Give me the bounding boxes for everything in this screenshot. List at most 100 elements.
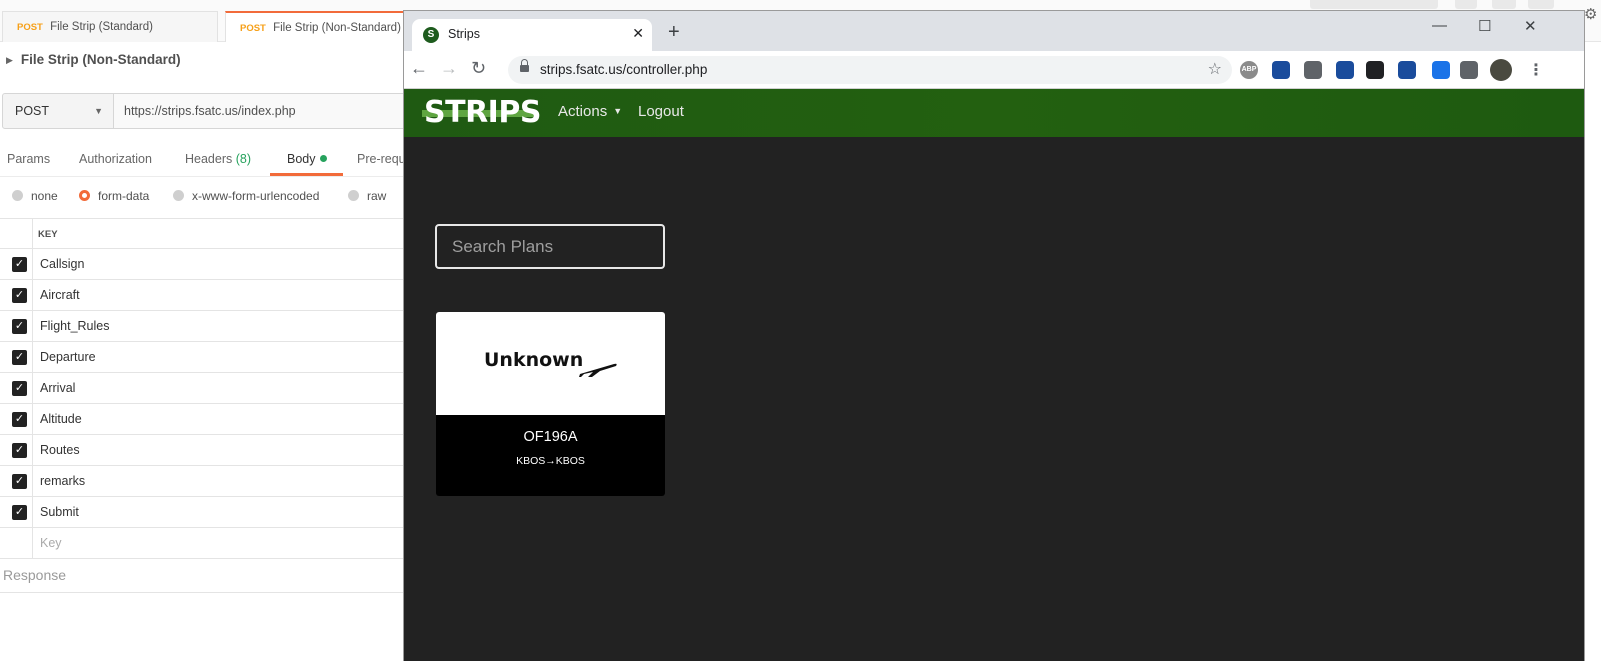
browser-tab-strips[interactable]: S Strips ✕: [412, 19, 652, 51]
url-input[interactable]: https://strips.fsatc.us/index.php: [114, 93, 414, 129]
postman-toolbar-fragment: [1310, 0, 1438, 9]
table-row: ✓ Routes: [0, 435, 410, 466]
browser-window: S Strips ✕ + — ☐ ✕ ← → ↻ strips.fsatc.us…: [403, 10, 1585, 661]
request-title-label: File Strip (Non-Standard): [20, 52, 181, 67]
minimize-icon[interactable]: —: [1432, 17, 1447, 34]
radio-none[interactable]: none: [12, 189, 58, 203]
row-key[interactable]: Aircraft: [40, 288, 80, 302]
checkbox-checked-icon[interactable]: ✓: [12, 443, 27, 458]
kebab-menu-icon[interactable]: ⋮: [1528, 60, 1544, 80]
radio-urlencoded[interactable]: x-www-form-urlencoded: [173, 189, 319, 203]
radio-form-data[interactable]: form-data: [79, 189, 149, 203]
postman-toolbar-fragment: [1528, 0, 1554, 9]
column-divider: [32, 466, 33, 496]
body-type-radios: none form-data x-www-form-urlencoded raw: [0, 186, 410, 210]
checkbox-checked-icon[interactable]: ✓: [12, 288, 27, 303]
address-url: strips.fsatc.us/controller.php: [540, 62, 708, 77]
tab-headers-label: Headers: [185, 152, 233, 166]
tab-prerequest[interactable]: Pre-requ: [357, 152, 406, 166]
checkbox-checked-icon[interactable]: ✓: [12, 257, 27, 272]
new-tab-plus-icon[interactable]: +: [668, 21, 680, 44]
extension-image-icon[interactable]: [1398, 61, 1416, 79]
tab-authorization[interactable]: Authorization: [79, 152, 152, 166]
postman-toolbar-fragment: [1455, 0, 1477, 9]
radio-selected-icon: [79, 190, 90, 201]
profile-avatar-icon[interactable]: [1490, 59, 1512, 81]
adblock-icon[interactable]: ABP: [1240, 61, 1258, 79]
tab-headers[interactable]: Headers (8): [185, 152, 251, 166]
postman-tab-file-strip-standard[interactable]: POST File Strip (Standard): [2, 11, 218, 42]
tab-params[interactable]: Params: [7, 152, 50, 166]
row-key[interactable]: Routes: [40, 443, 80, 457]
extensions-puzzle-icon[interactable]: [1460, 61, 1478, 79]
column-divider: [32, 219, 33, 248]
row-key[interactable]: Arrival: [40, 381, 75, 395]
column-divider: [32, 311, 33, 341]
row-key[interactable]: Departure: [40, 350, 96, 364]
forward-arrow-icon[interactable]: →: [440, 58, 458, 79]
row-key[interactable]: Submit: [40, 505, 79, 519]
reload-icon[interactable]: ↻: [471, 58, 486, 79]
caret-down-icon: ▼: [613, 106, 623, 116]
table-row: ✓ remarks: [0, 466, 410, 497]
checkbox-checked-icon[interactable]: ✓: [12, 412, 27, 427]
url-value: https://strips.fsatc.us/index.php: [124, 104, 296, 118]
tab-label: File Strip (Standard): [50, 21, 153, 33]
radio-urlencoded-label: x-www-form-urlencoded: [192, 189, 320, 203]
postman-toolbar-fragment: [1492, 0, 1516, 9]
address-bar[interactable]: strips.fsatc.us/controller.php ☆: [508, 56, 1232, 84]
checkbox-checked-icon[interactable]: ✓: [12, 319, 27, 334]
tab-method-badge: POST: [240, 23, 266, 34]
row-key[interactable]: remarks: [40, 474, 85, 488]
search-plans-input[interactable]: Search Plans: [435, 224, 665, 269]
settings-gear-icon[interactable]: ⚙: [1584, 5, 1597, 23]
radio-raw-label: raw: [367, 189, 387, 203]
close-tab-icon[interactable]: ✕: [632, 25, 644, 42]
airplane-icon: [579, 363, 617, 377]
extension-circle-icon[interactable]: [1366, 61, 1384, 79]
logout-link[interactable]: Logout: [638, 103, 684, 120]
extension-speaker-icon[interactable]: [1336, 61, 1354, 79]
active-tab-underline: [270, 173, 343, 176]
checkbox-checked-icon[interactable]: ✓: [12, 505, 27, 520]
tab-method-badge: POST: [17, 22, 43, 33]
row-key[interactable]: Altitude: [40, 412, 82, 426]
radio-circle-icon: [348, 190, 359, 201]
postman-tab-file-strip-non-standard[interactable]: POST File Strip (Non-Standard): [225, 11, 410, 42]
extension-eyedropper-icon[interactable]: [1432, 61, 1450, 79]
tab-body[interactable]: Body: [287, 152, 327, 166]
checkbox-checked-icon[interactable]: ✓: [12, 474, 27, 489]
site-logo[interactable]: STRIPS: [424, 95, 541, 130]
back-arrow-icon[interactable]: ←: [410, 58, 428, 79]
table-row: ✓ Altitude: [0, 404, 410, 435]
column-divider: [32, 497, 33, 527]
actions-dropdown[interactable]: Actions ▼: [558, 103, 622, 120]
lock-icon[interactable]: [520, 59, 529, 72]
column-divider: [32, 435, 33, 465]
airline-logo: Unknown: [436, 312, 665, 415]
row-key[interactable]: Flight_Rules: [40, 319, 109, 333]
table-row: ✓ Flight_Rules: [0, 311, 410, 342]
browser-title-bar: S Strips ✕ + — ☐ ✕: [404, 11, 1584, 51]
column-divider: [32, 280, 33, 310]
checkbox-checked-icon[interactable]: ✓: [12, 350, 27, 365]
extension-blue-bars-icon[interactable]: [1272, 61, 1290, 79]
caret-right-icon: ▶: [6, 55, 13, 65]
checkbox-checked-icon[interactable]: ✓: [12, 381, 27, 396]
request-title[interactable]: ▶ File Strip (Non-Standard): [6, 52, 181, 67]
row-key[interactable]: Callsign: [40, 257, 84, 271]
new-key-input[interactable]: Key: [40, 536, 62, 550]
method-select[interactable]: POST ▼: [2, 93, 114, 129]
column-divider: [32, 404, 33, 434]
radio-raw[interactable]: raw: [348, 189, 386, 203]
table-row: ✓ Arrival: [0, 373, 410, 404]
extension-audio-icon[interactable]: [1304, 61, 1322, 79]
maximize-icon[interactable]: ☐: [1478, 17, 1491, 35]
bookmark-star-icon[interactable]: ☆: [1208, 59, 1222, 79]
flight-plan-card[interactable]: Unknown OF196A KBOS→KBOS: [436, 312, 665, 496]
radio-none-label: none: [31, 189, 58, 203]
tab-body-label: Body: [287, 152, 316, 166]
close-window-icon[interactable]: ✕: [1524, 17, 1537, 35]
request-tabs: Params Authorization Headers (8) Body Pr…: [0, 143, 410, 177]
response-label[interactable]: Response: [3, 567, 66, 583]
